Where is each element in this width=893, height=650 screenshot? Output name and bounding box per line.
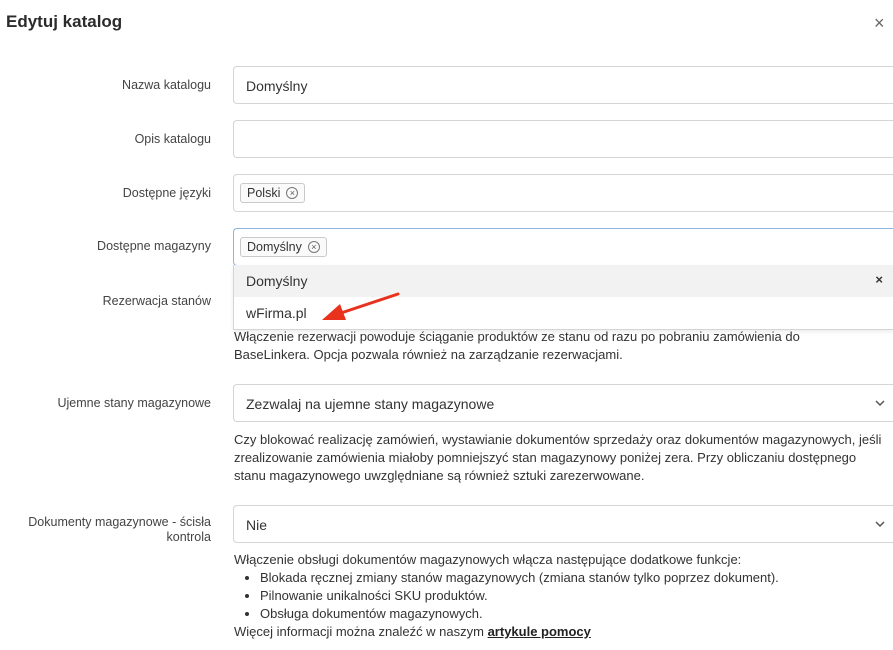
- remove-tag-icon[interactable]: ×: [307, 241, 320, 253]
- strict-docs-help-more: Więcej informacji można znaleźć w naszym…: [234, 623, 889, 641]
- catalog-description-input[interactable]: [233, 120, 893, 158]
- catalog-name-label: Nazwa katalogu: [122, 78, 211, 92]
- chevron-down-icon: [875, 400, 885, 407]
- warehouse-tag: Domyślny ×: [240, 237, 327, 257]
- strict-docs-select[interactable]: Nie: [233, 505, 893, 543]
- language-tag: Polski ×: [240, 183, 306, 203]
- negative-stock-label: Ujemne stany magazynowe: [57, 396, 211, 410]
- annotation-arrow-icon: [322, 292, 400, 320]
- warehouses-multiselect[interactable]: Domyślny ×: [233, 228, 893, 266]
- help-article-link[interactable]: artykule pomocy: [488, 624, 591, 639]
- negative-stock-select[interactable]: Zezwalaj na ujemne stany magazynowe: [233, 384, 893, 422]
- warehouse-tag-label: Domyślny: [247, 240, 302, 254]
- negative-stock-help: Czy blokować realizację zamówień, wystaw…: [234, 432, 882, 483]
- strict-docs-value: Nie: [246, 517, 268, 533]
- language-tag-label: Polski: [247, 186, 281, 200]
- warehouses-label: Dostępne magazyny: [97, 239, 211, 253]
- reservation-label: Rezerwacja stanów: [102, 294, 211, 308]
- chevron-down-icon: [875, 521, 885, 528]
- strict-docs-help-intro: Włączenie obsługi dokumentów magazynowyc…: [234, 552, 742, 567]
- dropdown-option-label: wFirma.pl: [246, 305, 307, 321]
- languages-multiselect[interactable]: Polski ×: [233, 174, 893, 212]
- modal-title: Edytuj katalog: [6, 12, 123, 31]
- dropdown-option-label: Domyślny: [246, 273, 308, 289]
- clear-option-icon[interactable]: ×: [875, 272, 883, 287]
- list-item: Obsługa dokumentów magazynowych.: [260, 605, 889, 623]
- strict-docs-help: Włączenie obsługi dokumentów magazynowyc…: [234, 551, 889, 641]
- list-item: Blokada ręcznej zmiany stanów magazynowy…: [260, 569, 889, 587]
- remove-tag-icon[interactable]: ×: [286, 187, 299, 199]
- catalog-name-value: Domyślny: [246, 78, 308, 94]
- strict-docs-feature-list: Blokada ręcznej zmiany stanów magazynowy…: [260, 569, 889, 623]
- negative-stock-value: Zezwalaj na ujemne stany magazynowe: [246, 396, 495, 412]
- help-more-text: Więcej informacji można znaleźć w naszym: [234, 624, 488, 639]
- list-item: Pilnowanie unikalności SKU produktów.: [260, 587, 889, 605]
- reservation-help: Włączenie rezerwacji powoduje ściąganie …: [234, 329, 800, 362]
- catalog-name-input[interactable]: Domyślny: [233, 66, 893, 104]
- strict-docs-label: Dokumenty magazynowe - ścisła kontrola: [28, 515, 211, 544]
- close-icon[interactable]: ×: [874, 14, 885, 32]
- catalog-description-label: Opis katalogu: [134, 132, 211, 146]
- languages-label: Dostępne języki: [122, 186, 211, 200]
